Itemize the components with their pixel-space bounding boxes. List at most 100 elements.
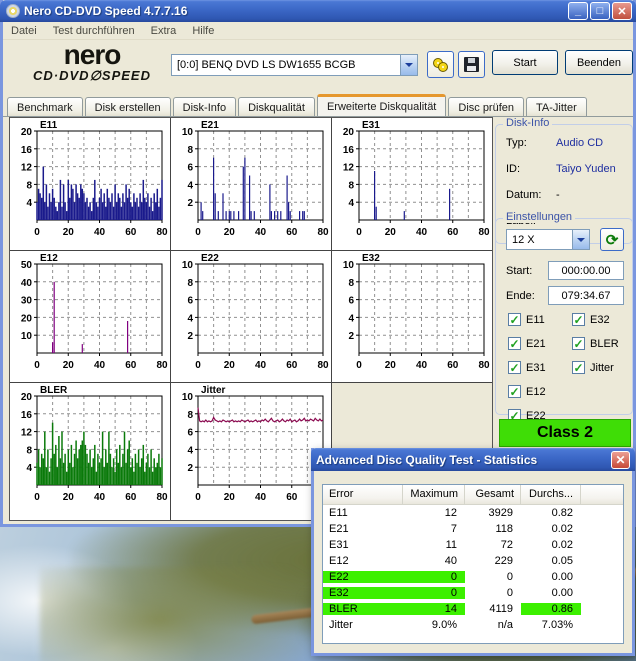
start-time-field[interactable]: [548, 261, 624, 280]
tab-disk-info[interactable]: Disk-Info: [173, 97, 236, 117]
save-button[interactable]: [458, 51, 485, 78]
table-row: Jitter9.0%n/a7.03%: [323, 617, 623, 633]
chart-bler: 48121620020406080BLER: [10, 383, 171, 520]
statistics-table-body: E111239290.82E2171180.02E3111720.02E1240…: [323, 505, 623, 633]
svg-text:20: 20: [224, 360, 236, 371]
svg-text:40: 40: [94, 360, 106, 371]
refresh-icon: ⟳: [606, 231, 619, 249]
svg-text:16: 16: [21, 410, 33, 421]
column-maximum[interactable]: Maximum: [403, 485, 465, 504]
table-cell: E31: [323, 539, 403, 551]
svg-text:2: 2: [187, 463, 193, 474]
desktop: Nero CD-DVD Speed 4.7.7.16 _ □ ✕ Datei T…: [0, 0, 636, 661]
table-cell: 0.00: [521, 571, 581, 583]
check-icon: ✓: [508, 385, 521, 398]
floppy-save-icon: [464, 57, 479, 72]
column-error[interactable]: Error: [323, 485, 403, 504]
svg-text:E21: E21: [201, 120, 219, 131]
ende-time-field[interactable]: [548, 286, 624, 305]
menu-hilfe[interactable]: Hilfe: [184, 23, 222, 39]
close-icon[interactable]: ✕: [611, 451, 630, 469]
svg-text:6: 6: [187, 163, 193, 174]
chevron-down-icon[interactable]: [400, 55, 417, 75]
menu-datei[interactable]: Datei: [3, 23, 45, 39]
svg-text:10: 10: [343, 260, 355, 271]
table-cell: E22: [323, 571, 403, 583]
table-cell: 0.00: [521, 587, 581, 599]
svg-text:60: 60: [125, 227, 137, 238]
svg-text:0: 0: [34, 360, 40, 371]
svg-text:80: 80: [156, 360, 168, 371]
check-icon: ✓: [572, 361, 585, 374]
typ-value: Audio CD: [556, 137, 603, 149]
table-cell: 40: [403, 555, 465, 567]
table-cell: 0: [403, 587, 465, 599]
svg-text:60: 60: [447, 360, 459, 371]
svg-text:8: 8: [348, 278, 354, 289]
tab-diskqualitaet[interactable]: Diskqualität: [238, 97, 315, 117]
svg-text:10: 10: [182, 260, 194, 271]
table-cell: E21: [323, 523, 403, 535]
maximize-button[interactable]: □: [590, 2, 610, 20]
checkbox-e32[interactable]: ✓E32: [572, 313, 610, 326]
minimize-button[interactable]: _: [568, 2, 588, 20]
checkbox-e31[interactable]: ✓E31: [508, 361, 546, 374]
table-cell: E32: [323, 587, 403, 599]
table-cell: 11: [403, 539, 465, 551]
eject-button[interactable]: [427, 51, 454, 78]
chevron-down-icon[interactable]: [572, 230, 589, 249]
svg-text:4: 4: [26, 198, 32, 209]
menu-test-durchfuehren[interactable]: Test durchführen: [45, 23, 143, 39]
tab-erweiterte-diskqualitaet[interactable]: Erweiterte Diskqualität: [317, 94, 446, 117]
svg-text:6: 6: [187, 428, 193, 439]
svg-text:80: 80: [478, 360, 490, 371]
checkbox-e21[interactable]: ✓E21: [508, 337, 546, 350]
column-durchschnitt[interactable]: Durchs...: [521, 485, 581, 504]
disk-info-title: Disk-Info: [503, 117, 552, 129]
svg-text:10: 10: [182, 392, 194, 403]
svg-text:10: 10: [21, 331, 33, 342]
svg-text:80: 80: [317, 227, 329, 238]
svg-text:40: 40: [255, 227, 267, 238]
speed-select[interactable]: 12 X: [506, 229, 590, 250]
svg-text:E11: E11: [40, 120, 58, 131]
tab-benchmark[interactable]: Benchmark: [7, 97, 83, 117]
menu-extra[interactable]: Extra: [143, 23, 185, 39]
start-button[interactable]: Start: [492, 50, 558, 75]
table-cell: 3929: [465, 507, 521, 519]
check-icon: ✓: [572, 313, 585, 326]
svg-text:4: 4: [187, 445, 193, 456]
statistics-dialog-titlebar[interactable]: Advanced Disc Quality Test - Statistics …: [311, 448, 635, 471]
statistics-table: Error Maximum Gesamt Durchs... E11123929…: [322, 484, 624, 644]
drive-select[interactable]: [0:0] BENQ DVD LS DW1655 BCGB: [171, 54, 418, 76]
table-row: BLER1441190.86: [323, 601, 623, 617]
svg-text:20: 20: [224, 227, 236, 238]
checkbox-e11[interactable]: ✓E11: [508, 313, 545, 326]
beenden-button[interactable]: Beenden: [565, 50, 633, 75]
table-cell: 118: [465, 523, 521, 535]
svg-text:60: 60: [286, 360, 298, 371]
svg-text:4: 4: [187, 180, 193, 191]
refresh-button[interactable]: ⟳: [600, 228, 624, 251]
svg-text:6: 6: [187, 296, 193, 307]
table-row: E32000.00: [323, 585, 623, 601]
table-cell: 0.82: [521, 507, 581, 519]
close-button[interactable]: ✕: [612, 2, 632, 20]
checkbox-bler[interactable]: ✓BLER: [572, 337, 619, 350]
checkbox-e12[interactable]: ✓ E12: [508, 385, 546, 398]
title-bar[interactable]: Nero CD-DVD Speed 4.7.7.16 _ □ ✕: [0, 0, 636, 22]
checkbox-jitter[interactable]: ✓Jitter: [572, 361, 614, 374]
svg-text:2: 2: [187, 198, 193, 209]
ende-time-label: Ende:: [506, 290, 548, 302]
tab-disc-pruefen[interactable]: Disc prüfen: [448, 97, 524, 117]
column-gesamt[interactable]: Gesamt: [465, 485, 521, 504]
svg-text:60: 60: [447, 227, 459, 238]
menu-bar: Datei Test durchführen Extra Hilfe: [3, 22, 633, 40]
tab-ta-jitter[interactable]: TA-Jitter: [526, 97, 587, 117]
checkbox-label: E31: [526, 362, 546, 374]
table-row: E22000.00: [323, 569, 623, 585]
checkbox-label: E12: [526, 386, 546, 398]
svg-text:0: 0: [34, 492, 40, 503]
tab-disk-erstellen[interactable]: Disk erstellen: [85, 97, 171, 117]
table-cell: 12: [403, 507, 465, 519]
